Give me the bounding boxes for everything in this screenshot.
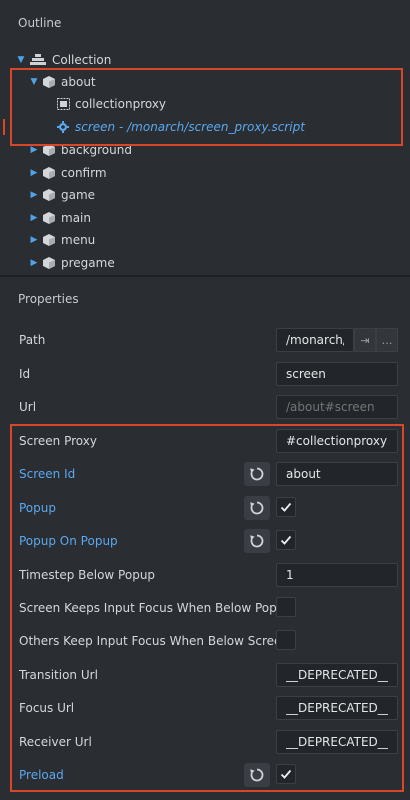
- property-preload: Preload: [0, 759, 410, 791]
- preload-checkbox[interactable]: [276, 764, 296, 784]
- reset-button[interactable]: [244, 529, 270, 553]
- property-label: Popup: [19, 501, 56, 515]
- id-field[interactable]: [276, 362, 398, 386]
- reset-button[interactable]: [244, 462, 270, 486]
- property-label: Timestep Below Popup: [19, 568, 156, 582]
- property-others-focus: Others Keep Input Focus When Below Scree…: [0, 625, 410, 657]
- url-field[interactable]: [276, 395, 398, 419]
- property-focus-url: Focus Url: [0, 692, 410, 724]
- property-path: Path ⇥ …: [0, 324, 410, 356]
- keeps-focus-checkbox[interactable]: [276, 597, 296, 617]
- checkmark-icon: [280, 535, 292, 545]
- chevron-right-icon[interactable]: ▶: [29, 168, 39, 178]
- chevron-down-icon[interactable]: ▼: [16, 55, 26, 65]
- tree-item-label: collectionproxy: [75, 97, 167, 111]
- popup-on-popup-checkbox[interactable]: [276, 530, 296, 550]
- chevron-down-icon[interactable]: ▼: [29, 77, 39, 87]
- reset-icon: [250, 768, 264, 782]
- property-label: Others Keep Input Focus When Below Scree…: [19, 634, 290, 648]
- property-label: Transition Url: [19, 668, 98, 682]
- collectionproxy-icon: [57, 98, 70, 110]
- property-label: Path: [19, 333, 46, 347]
- property-popup-on-popup: Popup On Popup: [0, 525, 410, 557]
- property-label: Popup On Popup: [19, 534, 118, 548]
- tree-item-label: confirm: [61, 166, 107, 180]
- property-popup: Popup: [0, 492, 410, 524]
- chevron-right-icon[interactable]: ▶: [29, 258, 39, 268]
- outline-title: Outline: [18, 16, 62, 30]
- property-label: Focus Url: [19, 701, 75, 715]
- tree-item-background[interactable]: ▶ background: [0, 139, 410, 161]
- reset-icon: [250, 501, 264, 515]
- property-label: Receiver Url: [19, 735, 92, 749]
- tree-item-label: menu: [61, 233, 96, 247]
- chevron-right-icon[interactable]: ▶: [29, 235, 39, 245]
- goto-file-icon[interactable]: ⇥: [354, 328, 376, 352]
- tree-item-menu[interactable]: ▶ menu: [0, 229, 410, 251]
- tree-item-collectionproxy[interactable]: collectionproxy: [0, 93, 410, 115]
- cube-icon: [43, 212, 55, 224]
- receiver-url-field[interactable]: [276, 730, 398, 754]
- gear-icon: [57, 121, 69, 133]
- cube-icon: [43, 234, 55, 246]
- cube-icon: [43, 257, 55, 269]
- selection-marker: [3, 119, 5, 135]
- chevron-right-icon[interactable]: ▶: [29, 190, 39, 200]
- property-keeps-focus: Screen Keeps Input Focus When Below Popu…: [0, 592, 410, 624]
- browse-button[interactable]: …: [376, 328, 398, 352]
- property-label: Id: [19, 367, 31, 381]
- tree-item-collection[interactable]: ▼ Collection: [0, 49, 410, 71]
- tree-item-label: main: [61, 211, 91, 225]
- tree-item-main[interactable]: ▶ main: [0, 207, 410, 229]
- property-label: Url: [19, 400, 37, 414]
- reset-button[interactable]: [244, 496, 270, 520]
- chevron-right-icon[interactable]: ▶: [29, 145, 39, 155]
- screen-proxy-field[interactable]: [276, 429, 398, 453]
- property-label: Screen Keeps Input Focus When Below Popu…: [19, 601, 292, 615]
- others-focus-checkbox[interactable]: [276, 630, 296, 650]
- tree-item-label: screen - /monarch/screen_proxy.script: [75, 120, 305, 134]
- checkmark-icon: [280, 769, 292, 779]
- popup-checkbox[interactable]: [276, 497, 296, 517]
- cube-icon: [43, 144, 55, 156]
- property-label: Screen Id: [19, 467, 76, 481]
- tree-item-label: pregame: [61, 256, 115, 270]
- screen-id-field[interactable]: [276, 462, 398, 486]
- timestep-field[interactable]: [276, 563, 398, 587]
- tree-item-label: game: [61, 188, 96, 202]
- property-transition-url: Transition Url: [0, 659, 410, 691]
- property-label: Screen Proxy: [19, 434, 97, 448]
- reset-icon: [250, 534, 264, 548]
- tree-item-about[interactable]: ▼ about: [0, 71, 410, 93]
- property-label: Preload: [19, 768, 64, 782]
- property-screen-proxy: Screen Proxy: [0, 425, 410, 457]
- reset-icon: [250, 467, 264, 481]
- tree-item-label: background: [61, 143, 132, 157]
- tree-item-game[interactable]: ▶ game: [0, 184, 410, 206]
- transition-url-field[interactable]: [276, 663, 398, 687]
- tree-item-confirm[interactable]: ▶ confirm: [0, 162, 410, 184]
- tree-item-script[interactable]: screen - /monarch/screen_proxy.script: [0, 116, 410, 138]
- checkmark-icon: [280, 502, 292, 512]
- property-id: Id: [0, 358, 410, 390]
- property-timestep: Timestep Below Popup: [0, 559, 410, 591]
- tree-item-label: about: [61, 75, 96, 89]
- property-url: Url: [0, 391, 410, 423]
- chevron-right-icon[interactable]: ▶: [29, 213, 39, 223]
- path-field[interactable]: [276, 328, 354, 352]
- tree-item-pregame[interactable]: ▶ pregame: [0, 252, 410, 274]
- reset-button[interactable]: [244, 763, 270, 787]
- cube-icon: [43, 167, 55, 179]
- focus-url-field[interactable]: [276, 696, 398, 720]
- cube-icon: [43, 76, 55, 88]
- collection-icon: [30, 54, 46, 66]
- tree-item-label: Collection: [52, 53, 112, 67]
- property-screen-id: Screen Id: [0, 458, 410, 490]
- cube-icon: [43, 189, 55, 201]
- panel-divider: [0, 275, 410, 277]
- properties-title: Properties: [18, 292, 79, 306]
- property-receiver-url: Receiver Url: [0, 726, 410, 758]
